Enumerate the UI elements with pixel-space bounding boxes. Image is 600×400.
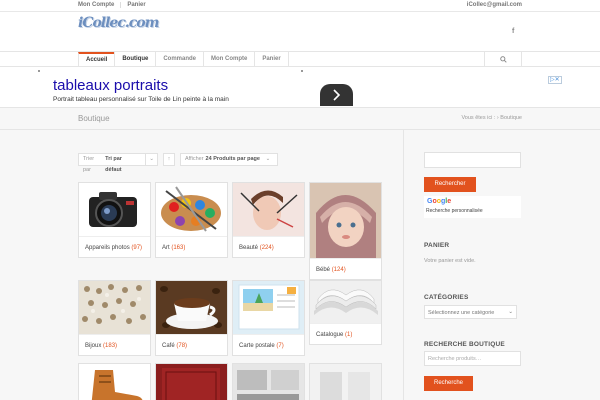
category-count: (183): [103, 343, 118, 349]
category-card[interactable]: Bijoux (183): [78, 280, 151, 356]
category-card[interactable]: [78, 363, 151, 400]
category-count: (163): [171, 245, 186, 251]
category-image-beauty: [233, 183, 304, 236]
shop-search-heading: RECHERCHE BOUTIQUE: [424, 341, 505, 348]
category-image-shoe: [79, 364, 150, 400]
sort-value: Tri par défaut: [105, 156, 122, 173]
category-image-book: [156, 364, 227, 400]
category-card[interactable]: Carte postale (7): [232, 280, 305, 356]
category-count: (224): [259, 245, 274, 251]
cart-empty-text: Votre panier est vide.: [424, 258, 476, 264]
google-badge-subtitle: Recherche personnalisée: [426, 208, 483, 214]
cart-heading: PANIER: [424, 242, 450, 249]
top-links: Mon Compte Panier: [78, 2, 158, 8]
nav-search-button[interactable]: [484, 52, 522, 67]
category-image-art: [156, 183, 227, 236]
top-link-panier[interactable]: Panier: [127, 2, 151, 8]
category-card[interactable]: Beauté (224): [232, 182, 305, 258]
category-card[interactable]: Appareils photos (97): [78, 182, 151, 258]
facebook-icon[interactable]: f: [512, 28, 514, 35]
category-image-coffee: [156, 281, 227, 334]
category-card[interactable]: [232, 363, 305, 400]
arrow-up-icon: ↑: [167, 156, 171, 162]
category-card[interactable]: Bébé (124): [309, 182, 382, 280]
top-bar: Mon Compte Panier iCollec@gmail.com: [0, 0, 600, 12]
shop-search-button[interactable]: Recherche: [424, 376, 473, 391]
category-name: Beauté: [239, 245, 259, 251]
ad-dot: [38, 70, 40, 72]
category-image-camera: [79, 183, 150, 236]
category-name: Art: [162, 245, 170, 251]
sidebar-divider: [403, 130, 404, 400]
sort-direction-button[interactable]: ↑: [163, 153, 175, 166]
google-logo: Google: [427, 198, 452, 205]
category-name: Appareils photos: [85, 245, 130, 251]
category-count: (124): [331, 267, 346, 273]
category-name: Carte postale: [239, 343, 275, 349]
nav-item-mon-compte[interactable]: Mon Compte: [203, 52, 254, 67]
category-image-catalogue: [310, 281, 381, 323]
category-image-postcard: [233, 281, 304, 334]
category-count: (7): [276, 343, 284, 349]
sort-select[interactable]: Trier par Tri par défaut ⌄: [78, 153, 158, 173]
site-header: iCollec.com f: [0, 12, 600, 52]
sort-bar: Trier par Tri par défaut ⌄ ↑ Afficher 24…: [78, 153, 278, 173]
main-navigation: Accueil Boutique Commande Mon Compte Pan…: [0, 51, 600, 67]
category-image-baby: [310, 183, 381, 258]
category-card[interactable]: Catalogue (1): [309, 280, 382, 345]
nav-item-commande[interactable]: Commande: [155, 52, 203, 67]
nav-item-accueil[interactable]: Accueil: [78, 52, 115, 67]
ad-title[interactable]: tableaux portraits: [53, 77, 168, 94]
category-select[interactable]: Sélectionnez une catégorie ⌄: [424, 305, 517, 319]
category-card[interactable]: [309, 363, 382, 400]
nav-item-boutique[interactable]: Boutique: [114, 52, 155, 67]
sort-label: Trier par: [83, 156, 95, 173]
main-content: Trier par Tri par défaut ⌄ ↑ Afficher 24…: [0, 130, 600, 400]
ad-choices-icon[interactable]: ▷✕: [548, 76, 562, 84]
category-card[interactable]: [155, 363, 228, 400]
search-icon: [500, 56, 507, 63]
category-card[interactable]: Café (78): [155, 280, 228, 356]
category-name: Café: [162, 343, 175, 349]
site-search-input[interactable]: [424, 152, 521, 168]
chevron-down-icon: ⌄: [145, 154, 157, 165]
ad-description: Portrait tableau personnalisé sur Toile …: [53, 96, 229, 103]
category-image-jewelry: [79, 281, 150, 334]
category-name: Catalogue: [316, 332, 344, 338]
breadcrumb-prefix: Vous êtes ici :: [461, 115, 496, 121]
category-count: (1): [345, 332, 353, 338]
logo-text: iCollec.com: [78, 15, 159, 31]
nav-item-panier[interactable]: Panier: [254, 52, 289, 67]
categories-heading: CATÉGORIES: [424, 294, 469, 301]
site-logo[interactable]: iCollec.com: [78, 15, 159, 47]
category-select-value: Sélectionnez une catégorie: [428, 310, 495, 316]
ad-dot: [301, 70, 303, 72]
per-page-label: Afficher: [185, 156, 204, 162]
breadcrumb-current[interactable]: Boutique: [500, 115, 522, 121]
per-page-select[interactable]: Afficher 24 Produits par page ⌄: [180, 153, 278, 166]
page-title-band: Boutique Vous êtes ici : › Boutique: [0, 107, 600, 130]
category-image-kitchen: [233, 364, 304, 400]
site-search-button[interactable]: Rechercher: [424, 177, 476, 192]
category-count: (97): [131, 245, 143, 251]
category-count: (78): [176, 343, 188, 349]
google-custom-search-badge: Google Recherche personnalisée: [424, 196, 521, 218]
top-link-mon-compte[interactable]: Mon Compte: [78, 2, 122, 8]
shop-search-input[interactable]: Recherche produits…: [424, 351, 521, 366]
ad-banner[interactable]: tableaux portraits Portrait tableau pers…: [0, 67, 600, 107]
category-name: Bijoux: [85, 343, 102, 349]
page-title: Boutique: [78, 114, 110, 123]
chevron-down-icon: ⌄: [508, 309, 513, 315]
chevron-down-icon: ⌄: [265, 156, 271, 162]
category-image-interior: [310, 364, 381, 400]
ad-arrow-button[interactable]: [320, 84, 353, 106]
contact-email[interactable]: iCollec@gmail.com: [467, 2, 522, 8]
chevron-right-icon: [333, 89, 341, 101]
category-name: Bébé: [316, 267, 331, 273]
category-card[interactable]: Art (163): [155, 182, 228, 258]
shop-search-placeholder: Recherche produits…: [428, 356, 482, 362]
per-page-value: 24 Produits par page: [205, 156, 260, 162]
breadcrumb: Vous êtes ici : › Boutique: [461, 115, 522, 121]
